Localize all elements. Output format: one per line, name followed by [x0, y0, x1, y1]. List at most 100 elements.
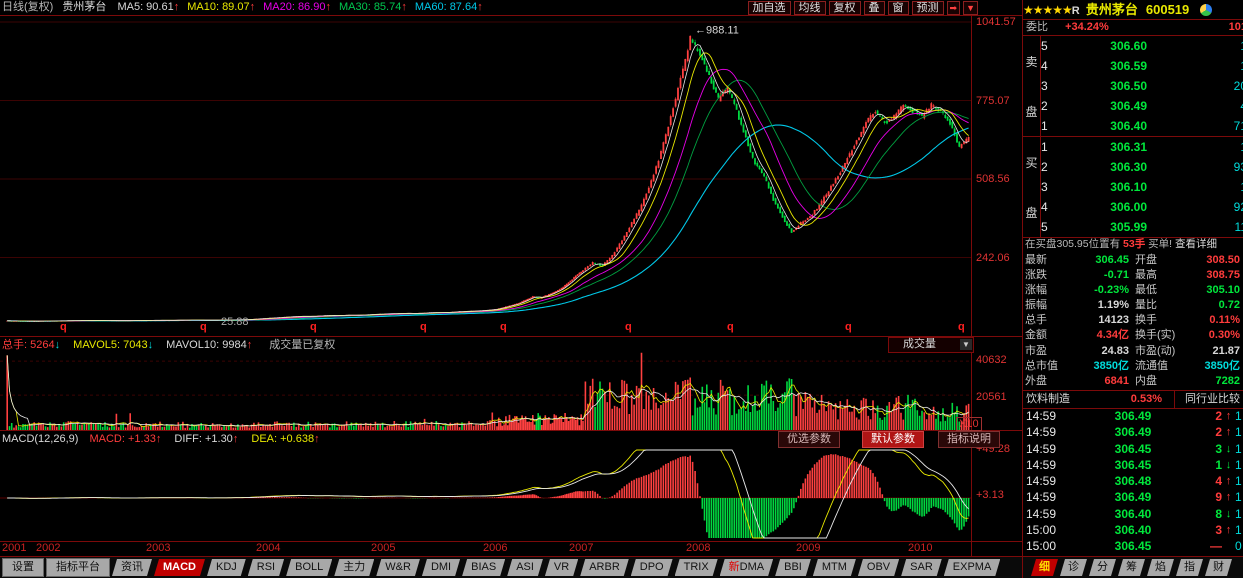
tick-row[interactable]: 14:59306.492↑1 — [1023, 408, 1243, 424]
frame-line — [0, 336, 1022, 337]
tab-设置[interactable]: 设置 — [2, 558, 44, 577]
tab-KDJ[interactable]: KDJ — [207, 559, 246, 576]
tab-W&R[interactable]: W&R — [376, 559, 420, 576]
tab-EXPMA[interactable]: EXPMA — [944, 559, 1001, 576]
tab-资讯[interactable]: 资讯 — [112, 559, 152, 576]
order-book-row[interactable]: 2306.494 — [1041, 96, 1243, 116]
order-book-row[interactable]: 3306.5020 — [1041, 76, 1243, 96]
param-button-优选参数[interactable]: 优选参数 — [778, 431, 840, 448]
order-book-row[interactable]: 5305.9911 — [1041, 217, 1243, 237]
tab-SAR[interactable]: SAR — [901, 559, 942, 576]
ma-value-4: MA30: 85.74↑ — [339, 0, 407, 15]
industry-compare-link[interactable]: 同行业比较 — [1174, 391, 1240, 408]
macd-header: MACD(12,26,9) MACD: +1.33↑ DIFF: +1.30↑ … — [2, 432, 762, 447]
stock-code: 600519 — [1146, 2, 1189, 17]
panel-tab-bar: 细诊分筹焰指财 — [1023, 556, 1243, 578]
tab-BIAS[interactable]: BIAS — [462, 559, 505, 576]
down-arrow-icon: ↓ — [1222, 441, 1235, 457]
quote-row: 总市值3850亿流通值3850亿 — [1025, 359, 1242, 374]
tick-row[interactable]: 14:59306.484↑1 — [1023, 473, 1243, 489]
stock-name: 贵州茅台 — [1086, 2, 1138, 17]
sector-change: 0.53% — [1131, 391, 1162, 408]
macd-chart[interactable] — [0, 448, 971, 540]
order-book-row[interactable]: 1306.4071 — [1041, 116, 1243, 136]
tick-row[interactable]: 14:59306.492↑1 — [1023, 424, 1243, 440]
quote-row: 振幅1.19%量比0.72 — [1025, 298, 1242, 313]
down-arrow-icon: ↓ — [1222, 457, 1235, 473]
toolbar-button-加自选[interactable]: 加自选 — [748, 1, 791, 15]
panel-tab-财[interactable]: 财 — [1205, 559, 1232, 576]
view-detail-link[interactable]: 查看详细 — [1175, 238, 1217, 250]
tab-BOLL[interactable]: BOLL — [286, 559, 332, 576]
panel-tab-分[interactable]: 分 — [1089, 559, 1116, 576]
rating-stars: ★★★★★ — [1023, 3, 1072, 17]
tick-row[interactable]: 15:00306.45—0 — [1023, 538, 1243, 554]
volume-chart[interactable] — [0, 352, 971, 430]
tab-OBV[interactable]: OBV — [858, 559, 899, 576]
toolbar-button-均线[interactable]: 均线 — [794, 1, 826, 15]
quote-row: 总手14123换手0.11% — [1025, 313, 1242, 328]
weibi-value: +34.24% — [1065, 21, 1109, 33]
param-button-指标说明[interactable]: 指标说明 — [938, 431, 1000, 448]
volume-axis-tick: 40632 — [976, 354, 1007, 366]
toolbar-button-复权[interactable]: 复权 — [829, 1, 861, 15]
main-price-chart[interactable]: ←988.1125.88qqqqqqqqq — [0, 15, 971, 336]
peak-annotation: ←988.11 — [695, 25, 739, 37]
toolbar-button-叠[interactable]: 叠 — [864, 1, 885, 15]
quote-row: 外盘6841内盘7282 — [1025, 374, 1242, 389]
tick-row[interactable]: 14:59306.408↓1 — [1023, 506, 1243, 522]
tab-主力[interactable]: 主力 — [334, 559, 374, 576]
panel-tab-细[interactable]: 细 — [1031, 559, 1058, 576]
up-arrow-icon: ↑ — [1222, 408, 1235, 424]
quote-panel: ★★★★★R 贵州茅台 600519 委比 +34.24% 101 卖盘5306… — [1022, 0, 1243, 578]
ma-value-5: MA60: 87.64↑ — [415, 0, 483, 15]
panel-tab-诊[interactable]: 诊 — [1060, 559, 1087, 576]
sector-name[interactable]: 饮料制造 — [1023, 391, 1131, 408]
jump-icon[interactable]: ➡ — [947, 1, 961, 15]
tab-MTM[interactable]: MTM — [813, 559, 856, 576]
x-axis-year: 2007 — [569, 542, 593, 554]
order-book-row[interactable]: 2306.3093 — [1041, 157, 1243, 177]
tab-MACD[interactable]: MACD — [154, 559, 205, 576]
tab-RSI[interactable]: RSI — [248, 559, 284, 576]
quote-row: 金额4.34亿换手(实)0.30% — [1025, 328, 1242, 343]
up-arrow-icon: ↑ — [1222, 522, 1235, 538]
tick-row[interactable]: 14:59306.453↓1 — [1023, 441, 1243, 457]
panel-tab-指[interactable]: 指 — [1176, 559, 1203, 576]
tab-VR[interactable]: VR — [545, 559, 578, 576]
tab-TRIX[interactable]: TRIX — [675, 559, 718, 576]
tick-row[interactable]: 14:59306.499↑1 — [1023, 489, 1243, 505]
weicha-value: 101 — [1229, 20, 1243, 35]
x-axis-year: 2002 — [36, 542, 60, 554]
sector-row: 饮料制造 0.53% 同行业比较 — [1023, 390, 1243, 409]
chevron-down-icon[interactable]: ▼ — [963, 1, 978, 15]
tab-DPO[interactable]: DPO — [631, 559, 673, 576]
tab-指标平台[interactable]: 指标平台 — [46, 558, 110, 577]
panel-tab-筹[interactable]: 筹 — [1118, 559, 1145, 576]
order-book-row[interactable]: 3306.101 — [1041, 177, 1243, 197]
order-book-row[interactable]: 5306.601 — [1041, 36, 1243, 56]
tab-ASI[interactable]: ASI — [507, 559, 543, 576]
x-axis-year: 2008 — [686, 542, 710, 554]
tick-row[interactable]: 14:59306.451↓1 — [1023, 457, 1243, 473]
indicator-selector[interactable]: 成交量 ▼ — [888, 337, 974, 353]
chevron-down-icon[interactable]: ▼ — [960, 339, 972, 350]
tab-BBI[interactable]: BBI — [775, 559, 811, 576]
tab-DMI[interactable]: DMI — [422, 559, 460, 576]
up-arrow-icon: ↑ — [401, 1, 407, 13]
panel-tab-焰[interactable]: 焰 — [1147, 559, 1174, 576]
order-book-row[interactable]: 4306.0092 — [1041, 197, 1243, 217]
up-arrow-icon: ↑ — [1222, 489, 1235, 505]
toolbar-button-窗[interactable]: 窗 — [888, 1, 909, 15]
toolbar-button-预测[interactable]: 预测 — [912, 1, 944, 15]
order-book-row[interactable]: 4306.591 — [1041, 56, 1243, 76]
tab-ARBR[interactable]: ARBR — [580, 559, 629, 576]
param-button-默认参数[interactable]: 默认参数 — [862, 431, 924, 448]
tick-row[interactable]: 15:00306.403↑1 — [1023, 522, 1243, 538]
ma-values-row: MA5: 90.61↑MA10: 89.07↑MA20: 86.90↑MA30:… — [117, 1, 490, 13]
up-arrow-icon: ↑ — [1222, 424, 1235, 440]
tab-新DMA[interactable]: 新DMA — [720, 559, 773, 576]
low-annotation: 25.88 — [221, 316, 249, 328]
down-arrow-icon: ↓ — [1222, 506, 1235, 522]
order-book-row[interactable]: 1306.311 — [1041, 137, 1243, 157]
